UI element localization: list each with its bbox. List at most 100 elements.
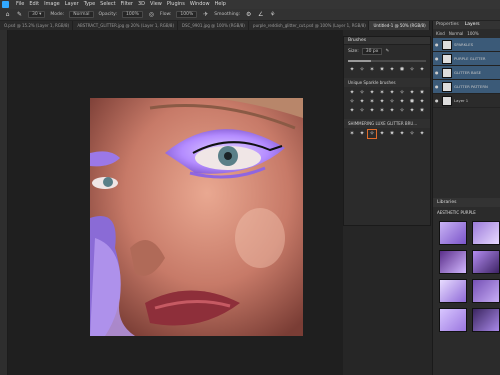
opacity-label: Opacity: — [98, 12, 118, 17]
brush-preset[interactable]: ✦ — [398, 98, 406, 106]
brush-preset[interactable]: ✦ — [388, 89, 396, 97]
library-asset-thumbnail[interactable] — [472, 250, 500, 274]
brush-preset[interactable]: ✦ — [408, 89, 416, 97]
brush-tool-icon[interactable]: ✎ — [16, 11, 23, 18]
library-name[interactable]: AESTHETIC PURPLE — [433, 207, 500, 218]
brush-preset[interactable]: ✧ — [398, 107, 406, 115]
library-asset-thumbnail[interactable] — [439, 308, 467, 332]
tab-properties[interactable]: Properties — [433, 21, 462, 29]
layer-kind-filter[interactable]: Kind — [436, 31, 445, 36]
menu-window[interactable]: Window — [190, 0, 210, 9]
brush-preset[interactable]: ✧ — [358, 107, 366, 115]
brush-preset[interactable]: ✦ — [378, 130, 386, 138]
pressure-opacity-icon[interactable]: ◎ — [148, 11, 155, 18]
document-tab[interactable]: Untitled-1 @ 50% (RGB/8) — [369, 21, 431, 30]
document-tab[interactable]: purple_reddish_glitter_cut.psd @ 100% (L… — [249, 21, 370, 30]
brush-preset[interactable]: ✧ — [408, 66, 416, 74]
flow-field[interactable]: 100% — [176, 11, 198, 18]
brush-preset[interactable]: ✸ — [408, 98, 416, 106]
menu-image[interactable]: Image — [44, 0, 60, 9]
brush-preset[interactable]: ✦ — [358, 98, 366, 106]
menu-file[interactable]: File — [16, 0, 24, 9]
brush-preset[interactable]: ✦ — [368, 107, 376, 115]
brush-preset[interactable]: ✧ — [388, 98, 396, 106]
document-tab[interactable]: O.psd @ 15.2% (Layer 1, RGB/8) — [0, 21, 74, 30]
library-asset-thumbnail[interactable] — [472, 308, 500, 332]
brush-preset[interactable]: ✦ — [368, 89, 376, 97]
visibility-eye-icon[interactable]: ● — [435, 70, 440, 75]
brush-preset[interactable]: ✷ — [418, 89, 426, 97]
menu-plugins[interactable]: Plugins — [167, 0, 185, 9]
brush-preset-picker[interactable]: 30 ▾ — [28, 11, 46, 18]
home-icon[interactable]: ⌂ — [4, 11, 11, 18]
layer-row[interactable]: ● Layer 1 — [433, 94, 500, 108]
brush-preset[interactable]: ✦ — [348, 66, 356, 74]
brush-size-field[interactable]: 30 px — [361, 48, 383, 55]
visibility-eye-icon[interactable]: ● — [435, 42, 440, 47]
brush-preset[interactable]: ✶ — [378, 107, 386, 115]
menu-type[interactable]: Type — [84, 0, 95, 9]
tools-panel[interactable] — [0, 30, 8, 375]
visibility-eye-icon[interactable]: ● — [435, 84, 440, 89]
brush-preset[interactable]: ✧ — [367, 129, 377, 139]
brush-group-shimmering-luxe[interactable]: SHIMMERING LUXE GLITTER BRU... — [344, 119, 430, 128]
new-brush-icon[interactable]: ✎ — [385, 49, 389, 54]
brush-size-slider[interactable] — [348, 60, 426, 62]
layer-opacity-field[interactable]: 100% — [467, 31, 478, 36]
mode-select[interactable]: Normal — [69, 11, 94, 18]
brush-preset[interactable]: ✧ — [348, 98, 356, 106]
brush-preset[interactable]: ✦ — [388, 107, 396, 115]
brush-preset[interactable]: ✦ — [408, 107, 416, 115]
brush-preset[interactable]: ✸ — [398, 66, 406, 74]
library-asset-thumbnail[interactable] — [472, 279, 500, 303]
menu-layer[interactable]: Layer — [65, 0, 79, 9]
brush-preset[interactable]: ✦ — [378, 98, 386, 106]
brush-preset[interactable]: ✦ — [348, 89, 356, 97]
menu-filter[interactable]: Filter — [121, 0, 133, 9]
blend-mode-select[interactable]: Normal — [449, 31, 463, 36]
visibility-eye-icon[interactable]: ● — [435, 98, 440, 103]
layer-row[interactable]: ● GLITTER BASE — [433, 66, 500, 80]
symmetry-icon[interactable]: ⚘ — [269, 11, 276, 18]
brush-preset[interactable]: ✦ — [388, 66, 396, 74]
brush-preset[interactable]: ✶ — [378, 89, 386, 97]
menu-edit[interactable]: Edit — [29, 0, 39, 9]
document-tab[interactable]: ABSTRACT_GLITTER.jpg @ 20% (Layer 1, RGB… — [73, 21, 178, 30]
brush-preset[interactable]: ✦ — [418, 98, 426, 106]
library-asset-thumbnail[interactable] — [439, 279, 467, 303]
brush-preset[interactable]: ✷ — [418, 107, 426, 115]
brush-group-unique-sparkle[interactable]: Unique Sparkle brushes — [344, 78, 430, 87]
brush-preset[interactable]: ✷ — [388, 130, 396, 138]
library-asset-thumbnail[interactable] — [439, 250, 467, 274]
settings-gear-icon[interactable]: ⚙ — [245, 11, 252, 18]
brush-preset[interactable]: ✧ — [358, 89, 366, 97]
brush-preset[interactable]: ✦ — [348, 107, 356, 115]
angle-icon[interactable]: ∠ — [257, 11, 264, 18]
library-asset-thumbnail[interactable] — [472, 221, 500, 245]
brush-preset[interactable]: ✧ — [358, 66, 366, 74]
document-tab[interactable]: DSC_9901.jpg @ 100% (RGB/8) — [178, 21, 250, 30]
tab-layers[interactable]: Layers — [462, 21, 483, 29]
layer-row[interactable]: ● PURPLE GLITTER — [433, 52, 500, 66]
menu-help[interactable]: Help — [215, 0, 226, 9]
layer-row[interactable]: ● GLITTER PATTERN — [433, 80, 500, 94]
visibility-eye-icon[interactable]: ● — [435, 56, 440, 61]
opacity-field[interactable]: 100% — [122, 11, 143, 18]
brush-preset[interactable]: ✧ — [398, 89, 406, 97]
menu-view[interactable]: View — [150, 0, 162, 9]
brush-preset[interactable]: ✶ — [368, 98, 376, 106]
airbrush-icon[interactable]: ✈ — [202, 11, 209, 18]
brush-preset[interactable]: ✦ — [358, 130, 366, 138]
brush-preset[interactable]: ✦ — [418, 130, 426, 138]
brush-preset[interactable]: ✦ — [398, 130, 406, 138]
menu-select[interactable]: Select — [100, 0, 115, 9]
library-asset-thumbnail[interactable] — [439, 221, 467, 245]
brush-preset[interactable]: ✶ — [348, 130, 356, 138]
brush-preset[interactable]: ✦ — [418, 66, 426, 74]
layer-row[interactable]: ● SPARKLES — [433, 38, 500, 52]
brush-preset[interactable]: ✷ — [378, 66, 386, 74]
brush-preset[interactable]: ✶ — [368, 66, 376, 74]
brush-preset[interactable]: ✧ — [408, 130, 416, 138]
document-canvas[interactable] — [90, 98, 303, 336]
menu-3d[interactable]: 3D — [138, 0, 145, 9]
